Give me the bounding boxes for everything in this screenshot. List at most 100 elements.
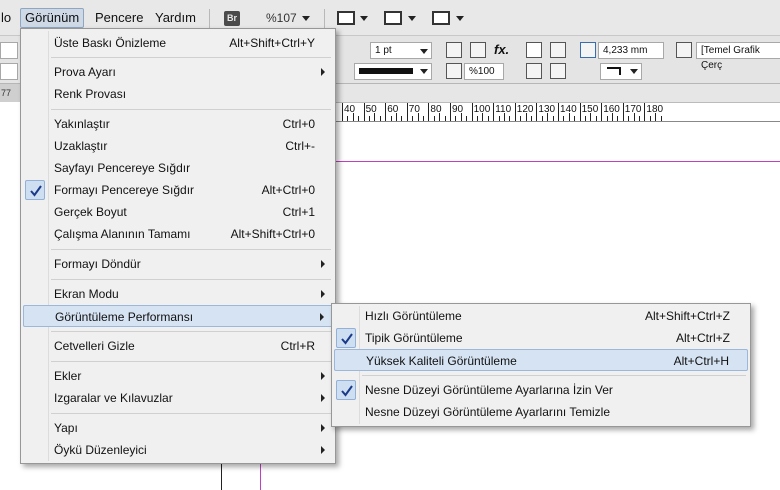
y-field[interactable] bbox=[0, 63, 18, 80]
menu-item-label: Nesne Düzeyi Görüntüleme Ayarlarını Temi… bbox=[365, 405, 611, 419]
menu-item[interactable]: Nesne Düzeyi Görüntüleme Ayarlarına İzin… bbox=[334, 379, 748, 401]
chevron-down-icon[interactable] bbox=[302, 16, 310, 21]
align-top-icon[interactable] bbox=[526, 42, 542, 58]
distribute-spacing-icon[interactable] bbox=[550, 63, 566, 79]
menu-item[interactable]: Izgaralar ve Kılavuzlar bbox=[23, 387, 333, 409]
menu-item[interactable]: Sayfayı Pencereye Sığdır bbox=[23, 157, 333, 179]
chevron-down-icon[interactable] bbox=[420, 49, 428, 54]
menu-item-label: Nesne Düzeyi Görüntüleme Ayarlarına İzin… bbox=[365, 383, 613, 397]
chevron-down-icon[interactable] bbox=[360, 16, 368, 21]
ruler-minor-tick bbox=[563, 116, 565, 121]
distribute-icon[interactable] bbox=[526, 63, 542, 79]
chevron-down-icon[interactable] bbox=[420, 69, 428, 74]
size-field[interactable]: 4,233 mm bbox=[598, 42, 664, 59]
menu-item[interactable]: Cetvelleri Gizle Ctrl+R bbox=[23, 335, 333, 357]
menu-item[interactable]: Yakınlaştır Ctrl+0 bbox=[23, 113, 333, 135]
menu-item-shortcut: Alt+Ctrl+Z bbox=[675, 331, 730, 345]
ruler-minor-tick bbox=[401, 116, 403, 121]
menu-separator bbox=[51, 249, 331, 250]
menu-item[interactable]: Prova Ayarı bbox=[23, 61, 333, 83]
frame-fitting-icon[interactable] bbox=[580, 42, 596, 58]
ruler-major-tick bbox=[428, 103, 430, 121]
menu-item-shortcut: Alt+Shift+Ctrl+0 bbox=[230, 227, 315, 241]
menu-separator bbox=[51, 413, 331, 414]
menu-item-label: Görüntüleme Performansı bbox=[55, 310, 194, 324]
ruler-minor-tick bbox=[574, 116, 576, 121]
arrange-documents-icon[interactable] bbox=[432, 11, 450, 25]
menu-item-window[interactable]: Pencere bbox=[91, 8, 147, 28]
menu-item-label: Tipik Görüntüleme bbox=[365, 331, 463, 345]
ruler-minor-tick bbox=[487, 116, 489, 121]
menu-item-label: Renk Provası bbox=[54, 87, 127, 101]
menu-item[interactable]: Uzaklaştır Ctrl+- bbox=[23, 135, 333, 157]
drop-shadow-icon[interactable] bbox=[446, 42, 462, 58]
view-options-icon[interactable] bbox=[337, 11, 355, 25]
opacity-field[interactable]: %100 bbox=[464, 63, 504, 80]
ruler-minor-tick bbox=[531, 116, 532, 121]
menu-item[interactable]: Gerçek Boyut Ctrl+1 bbox=[23, 201, 333, 223]
object-style-dropdown[interactable]: [Temel Grafik Çerç bbox=[696, 42, 780, 71]
ruler-minor-tick bbox=[498, 116, 500, 121]
ruler-minor-tick bbox=[352, 113, 354, 121]
menu-item-label: Çalışma Alanının Tamamı bbox=[54, 227, 191, 241]
ruler-major-tick bbox=[385, 103, 387, 121]
margin-guide-horizontal bbox=[336, 161, 780, 162]
ruler-minor-tick bbox=[628, 116, 630, 121]
menu-item-object[interactable]: lo bbox=[0, 8, 15, 28]
ruler-major-tick bbox=[450, 103, 451, 121]
zoom-level-dropdown[interactable]: %107 bbox=[266, 8, 297, 28]
menu-item[interactable]: Formayı Pencereye Sığdır Alt+Ctrl+0 bbox=[23, 179, 333, 201]
effects-icon[interactable] bbox=[470, 42, 486, 58]
menu-item-label: Üste Baskı Önizleme bbox=[54, 36, 167, 50]
ruler-minor-tick bbox=[455, 116, 457, 121]
menu-item[interactable]: Ekler bbox=[23, 365, 333, 387]
menu-item[interactable]: Çalışma Alanının Tamamı Alt+Shift+Ctrl+0 bbox=[23, 223, 333, 245]
chevron-down-icon[interactable] bbox=[408, 16, 416, 21]
menu-item[interactable]: Renk Provası bbox=[23, 83, 333, 105]
ruler-minor-tick bbox=[617, 116, 619, 121]
ruler-minor-tick bbox=[347, 116, 349, 121]
chevron-down-icon[interactable] bbox=[630, 69, 638, 74]
ruler-minor-tick bbox=[482, 113, 484, 121]
menu-item[interactable]: Nesne Düzeyi Görüntüleme Ayarlarını Temi… bbox=[334, 401, 748, 423]
submenu-arrow-icon bbox=[321, 260, 325, 268]
ruler-minor-tick bbox=[466, 116, 468, 121]
menu-item[interactable]: Tipik Görüntüleme Alt+Ctrl+Z bbox=[334, 327, 748, 349]
screen-mode-icon[interactable] bbox=[384, 11, 402, 25]
menu-item[interactable]: Hızlı Görüntüleme Alt+Shift+Ctrl+Z bbox=[334, 305, 748, 327]
menu-item-label: Sayfayı Pencereye Sığdır bbox=[54, 161, 191, 175]
menu-item-label: Cetvelleri Gizle bbox=[54, 339, 135, 353]
menu-item[interactable]: Formayı Döndür bbox=[23, 253, 333, 275]
menu-item[interactable]: Öykü Düzenleyici bbox=[23, 439, 333, 461]
menu-item-shortcut: Alt+Shift+Ctrl+Y bbox=[229, 36, 315, 50]
opacity-icon bbox=[446, 63, 462, 79]
menu-item[interactable]: Görüntüleme Performansı bbox=[23, 305, 333, 327]
ruler-minor-tick bbox=[504, 113, 505, 121]
ruler-minor-tick bbox=[433, 116, 435, 121]
horizontal-ruler[interactable]: 40 50 60 70 80 90 100 110 120 130 140 150 160 170 180 bbox=[336, 102, 780, 122]
bridge-icon[interactable]: Br bbox=[224, 11, 240, 26]
chevron-down-icon[interactable] bbox=[456, 16, 464, 21]
ruler-major-tick bbox=[601, 103, 603, 121]
ruler-minor-tick bbox=[390, 116, 392, 121]
menu-item-help[interactable]: Yardım bbox=[151, 8, 200, 28]
menu-item[interactable]: Yapı bbox=[23, 417, 333, 439]
x-field[interactable] bbox=[0, 42, 18, 59]
menu-item[interactable]: Ekran Modu bbox=[23, 283, 333, 305]
menu-item-shortcut: Ctrl+0 bbox=[282, 117, 315, 131]
ruler-major-tick bbox=[363, 103, 365, 121]
object-style-icon[interactable] bbox=[676, 42, 692, 58]
ruler-major-tick bbox=[644, 103, 646, 121]
align-center-icon[interactable] bbox=[550, 42, 566, 58]
ruler-minor-tick bbox=[460, 113, 462, 121]
fx-icon[interactable]: fx. bbox=[494, 42, 509, 57]
menu-separator bbox=[51, 109, 331, 110]
menu-item-label: Öykü Düzenleyici bbox=[54, 443, 147, 457]
menubar-divider bbox=[209, 9, 210, 29]
menu-item[interactable]: Üste Baskı Önizleme Alt+Shift+Ctrl+Y bbox=[23, 32, 333, 54]
checkmark-icon bbox=[25, 180, 45, 200]
menu-item-view[interactable]: Görünüm bbox=[20, 8, 85, 28]
menu-item-shortcut: Ctrl+R bbox=[280, 339, 315, 353]
menu-item-label: Formayı Pencereye Sığdır bbox=[54, 183, 195, 197]
menu-item[interactable]: Yüksek Kaliteli Görüntüleme Alt+Ctrl+H bbox=[334, 349, 748, 371]
